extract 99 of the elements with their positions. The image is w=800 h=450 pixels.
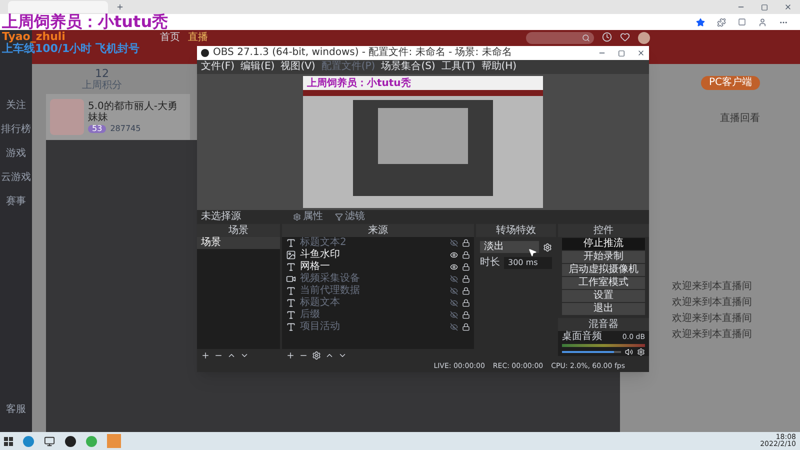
text-icon [286,298,296,308]
duration-label: 时长 [480,257,500,269]
pc-client-button[interactable]: PC客户端 [700,76,760,90]
sidebar-item[interactable]: 关注 [6,100,26,112]
gear-icon [293,213,301,221]
lock-icon[interactable] [462,251,470,259]
star-icon[interactable] [696,18,705,26]
overlay-text: 上周饲养员：小tutu秃 [2,14,168,30]
text-icon [286,322,296,332]
eye-off-icon[interactable] [450,287,458,295]
settings-icon[interactable] [637,348,645,356]
text-icon [286,310,296,320]
source-item[interactable]: 斗鱼水印 [300,249,340,261]
profile-icon[interactable] [758,18,767,26]
menu-item[interactable]: 文件(F) [201,61,235,73]
heat-count: 287745 [110,125,141,133]
scene-item[interactable]: 场景 [197,237,280,249]
points-label: 上周积分 [82,80,122,90]
eye-off-icon[interactable] [450,299,458,307]
source-item[interactable]: 网格一 [300,261,330,273]
menu-item[interactable]: 编辑(E) [240,61,275,73]
menu-item[interactable]: 工具(T) [441,61,476,73]
speaker-icon[interactable] [625,348,633,356]
lock-icon[interactable] [462,239,470,247]
stream-title: 5.0的都市丽人-大勇妹妹 [88,101,179,123]
control-button[interactable]: 设置 [562,290,645,302]
properties-button[interactable]: 属性 [293,211,323,223]
level-badge: 53 [88,125,106,133]
replay-link[interactable]: 直播回看 [720,114,760,124]
eye-off-icon[interactable] [450,239,458,247]
site-search-field[interactable] [526,32,594,44]
window-title: OBS 27.1.3 (64-bit, windows) - 配置文件: 未命名 - 场景: 未命名 [213,47,512,59]
sidebar-item[interactable]: 云游戏 [1,172,31,184]
sidebar-item[interactable]: 游戏 [6,148,26,160]
lock-icon[interactable] [462,299,470,307]
overlay-text: 上车线100/1小时 飞机封号 [2,43,140,54]
filter-icon [335,213,343,221]
no-source-label: 未选择源 [201,211,242,223]
maximize-icon[interactable] [618,50,625,56]
clock-icon[interactable] [602,32,612,42]
eye-icon[interactable] [450,263,458,271]
chat-message: 欢迎来到本直播间 [671,298,752,308]
chat-message: 欢迎来到本直播间 [671,314,752,324]
sidebar-item[interactable]: 客服 [6,404,26,416]
lock-icon[interactable] [462,275,470,283]
dock-title: 场景 [228,224,248,236]
chat-message: 欢迎来到本直播间 [671,282,752,292]
menu-item[interactable]: 帮助(H) [481,61,517,73]
image-icon [286,250,296,260]
close-icon[interactable] [637,49,645,57]
address-bar[interactable] [0,14,800,30]
lock-icon[interactable] [462,263,470,271]
control-button[interactable]: 停止推流 [562,238,645,250]
settings-icon[interactable] [543,242,552,252]
nav-link[interactable]: 首页 [160,32,180,44]
preview-overlay-text: 上周饲养员：小tutu秃 [307,78,411,90]
channel-name: 桌面音频 [562,331,602,343]
sidebar-item[interactable]: 赛事 [6,196,26,208]
text-icon [286,238,296,248]
menu-item[interactable]: 场景集合(S) [381,61,436,73]
eye-icon[interactable] [450,251,458,259]
add-icon[interactable] [286,350,295,360]
monitor-taskbar-icon[interactable] [44,436,55,446]
eye-off-icon[interactable] [450,275,458,283]
eye-off-icon[interactable] [450,311,458,319]
dock-title: 控件 [594,224,614,236]
transition-select[interactable]: 淡出 [480,241,539,253]
dock-title: 混音器 [588,318,618,330]
search-icon[interactable] [582,34,590,42]
avatar-placeholder [50,99,84,135]
lock-icon[interactable] [462,311,470,319]
nav-link[interactable]: 直播 [188,32,208,44]
control-button[interactable]: 启动虚拟摄像机 [562,264,645,276]
text-icon [286,262,296,272]
menu-item[interactable]: 视图(V) [280,61,316,73]
add-icon[interactable] [201,350,210,360]
dock-title: 转场特效 [496,224,536,236]
duration-field[interactable]: 300 ms [504,257,552,269]
dock-title: 来源 [368,224,388,236]
puzzle-icon[interactable] [717,18,726,26]
eye-off-icon[interactable] [450,323,458,331]
text-icon [286,286,296,296]
new-tab-icon[interactable] [116,3,124,11]
control-button[interactable]: 退出 [562,303,645,315]
close-icon[interactable] [784,3,792,11]
control-button[interactable]: 开始录制 [562,251,645,263]
sidebar-item[interactable]: 排行榜 [1,124,31,136]
lock-icon[interactable] [462,287,470,295]
lock-icon[interactable] [462,323,470,331]
settings-icon[interactable] [312,350,321,360]
control-button[interactable]: 工作室模式 [562,277,645,289]
camera-icon [286,274,296,284]
heart-icon[interactable] [620,32,630,42]
filters-button[interactable]: 滤镜 [335,211,365,223]
points-value: 12 [95,68,109,78]
mouse-cursor-icon [528,248,537,257]
windows-start-icon[interactable] [4,436,13,446]
maximize-icon[interactable] [761,4,768,10]
chat-message: 欢迎来到本直播间 [671,330,752,340]
